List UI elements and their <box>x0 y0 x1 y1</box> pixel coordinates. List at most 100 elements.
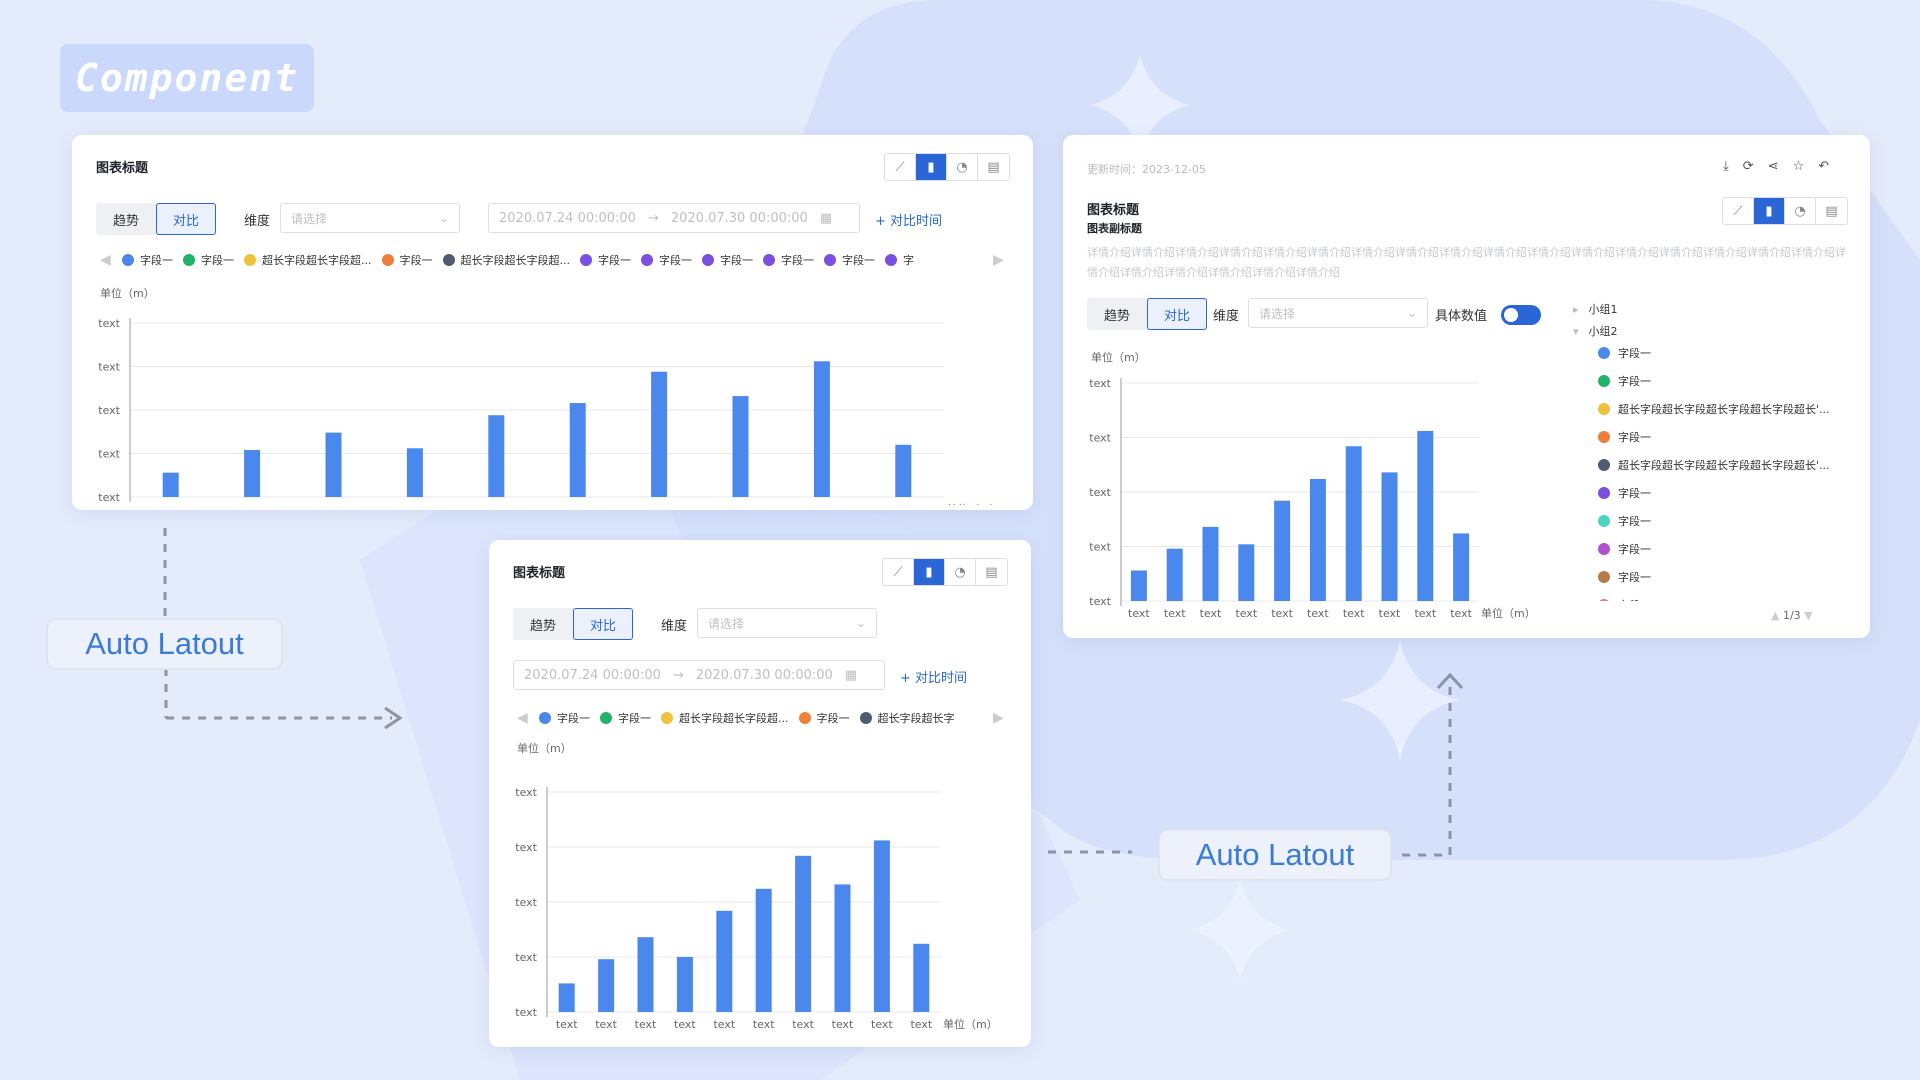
legend-item[interactable]: 字段一 <box>1598 423 1858 451</box>
group-2[interactable]: ▾ 小组2 <box>1573 323 1618 339</box>
legend-item[interactable]: 超长字段超长字段超... <box>442 252 570 268</box>
legend-prev-icon[interactable]: ◀ <box>517 710 528 726</box>
tab-compare[interactable]: 对比 <box>1147 298 1207 330</box>
legend-dot-icon <box>824 254 836 266</box>
legend-item[interactable]: 字段一 <box>1598 591 1858 601</box>
bar-chart-icon[interactable]: ▮ <box>916 154 947 180</box>
date-start: 2020.07.24 00:00:00 <box>499 210 636 226</box>
legend-item[interactable]: 超长字段超长字段超长字段超长字段超长'... <box>1598 395 1858 423</box>
legend-label: 超长字段超长字 <box>877 712 955 725</box>
specific-value-toggle[interactable] <box>1501 305 1541 325</box>
group-1[interactable]: ▸ 小组1 <box>1573 301 1618 317</box>
bar <box>1166 548 1183 601</box>
legend-item[interactable]: 字段一 <box>763 252 814 268</box>
chevron-down-icon: ⌄ <box>438 211 449 225</box>
legend-dot-icon <box>1598 403 1610 415</box>
pager-text: 1/3 <box>1782 609 1801 622</box>
chevron-down-icon[interactable]: ▼ <box>1804 609 1812 622</box>
chart-title: 图表标题 <box>513 566 566 581</box>
chart-description: 详情介绍详情介绍详情介绍详情介绍详情介绍详情介绍详情介绍详情介绍详情介绍详情介绍… <box>1087 246 1846 279</box>
legend-item[interactable]: 超长字段超长字段超... <box>244 252 372 268</box>
legend-dot-icon <box>661 712 673 724</box>
bar-chart-icon[interactable]: ▮ <box>1754 198 1785 224</box>
chevron-down-icon: ▾ <box>1573 324 1579 338</box>
date-range-picker[interactable]: 2020.07.24 00:00:00 → 2020.07.30 00:00:0… <box>488 203 860 233</box>
download-icon[interactable]: ⤓ <box>1723 159 1729 174</box>
legend-item[interactable]: 字段一 <box>702 252 753 268</box>
legend-item[interactable]: 字段一 <box>1598 507 1858 535</box>
x-tick-label: text <box>674 1018 696 1031</box>
share-icon[interactable]: ⋖ <box>1768 159 1779 174</box>
y-tick-label: text <box>98 448 120 461</box>
dimension-select[interactable]: 请选择 ⌄ <box>1248 298 1428 328</box>
x-tick-label: text <box>648 503 670 505</box>
legend-item[interactable]: 字段一 <box>1598 479 1858 507</box>
legend-next-icon[interactable]: ▶ <box>993 710 1004 726</box>
legend-item[interactable]: 字段一 <box>1598 339 1858 367</box>
star-icon[interactable]: ☆ <box>1793 159 1805 174</box>
dimension-select[interactable]: 请选择 ⌄ <box>280 203 460 233</box>
bar <box>406 448 423 497</box>
legend-item[interactable]: 字段一 <box>798 710 850 726</box>
select-placeholder: 请选择 <box>1259 306 1296 321</box>
table-icon[interactable]: ▤ <box>978 154 1009 180</box>
date-range-picker[interactable]: 2020.07.24 00:00:00 → 2020.07.30 00:00:0… <box>513 660 885 690</box>
legend-prev-icon[interactable]: ◀ <box>100 252 111 268</box>
legend-dot-icon <box>600 712 612 724</box>
bar <box>834 884 851 1012</box>
bar <box>755 888 772 1012</box>
x-unit-label: 单位（m） <box>943 1017 998 1031</box>
legend-next-icon[interactable]: ▶ <box>993 252 1004 268</box>
line-chart-icon[interactable]: ⟋ <box>885 154 916 180</box>
legend-item[interactable]: 字段一 <box>539 710 590 726</box>
chevron-up-icon[interactable]: ▲ <box>1771 609 1779 622</box>
table-icon[interactable]: ▤ <box>976 559 1007 585</box>
dimension-select[interactable]: 请选择 ⌄ <box>697 608 877 638</box>
refresh-icon[interactable]: ⟳ <box>1743 159 1754 174</box>
bar <box>1345 446 1362 601</box>
tab-compare[interactable]: 对比 <box>156 203 216 235</box>
legend-item[interactable]: 字 <box>885 252 914 268</box>
pie-chart-icon[interactable]: ◔ <box>945 559 976 585</box>
x-tick-label: text <box>1379 607 1401 620</box>
legend-item[interactable]: 超长字段超长字段超长字段超长字段超长'... <box>1598 451 1858 479</box>
legend-dot-icon <box>183 254 195 266</box>
pie-chart-icon[interactable]: ◔ <box>947 154 978 180</box>
legend-item[interactable]: 字段一 <box>824 252 875 268</box>
legend-item[interactable]: 字段一 <box>1598 535 1858 563</box>
add-compare-time-link[interactable]: + 对比时间 <box>875 210 942 229</box>
legend-item[interactable]: 字段一 <box>1598 367 1858 395</box>
bar-chart-icon[interactable]: ▮ <box>914 559 945 585</box>
legend-item[interactable]: 字段一 <box>580 252 631 268</box>
tab-trend[interactable]: 趋势 <box>513 608 573 640</box>
tab-trend[interactable]: 趋势 <box>1087 298 1147 330</box>
line-chart-icon[interactable]: ⟋ <box>1723 198 1754 224</box>
y-unit-label: 单位（m） <box>517 742 572 755</box>
add-compare-time-link[interactable]: + 对比时间 <box>900 667 967 686</box>
tab-compare[interactable]: 对比 <box>573 608 633 640</box>
update-time: 更新时间：2023-12-05 <box>1087 163 1206 176</box>
date-arrow: → <box>647 210 659 226</box>
legend-item[interactable]: 字段一 <box>641 252 692 268</box>
mode-tabs: 趋势 对比 <box>513 608 633 640</box>
table-icon[interactable]: ▤ <box>1816 198 1847 224</box>
legend-item[interactable]: 字段一 <box>600 710 651 726</box>
legend-dot-icon <box>1598 459 1610 471</box>
y-tick-label: text <box>515 1006 537 1019</box>
line-chart-icon[interactable]: ⟋ <box>883 559 914 585</box>
legend-item[interactable]: 超长字段超长字段超... <box>661 710 789 726</box>
legend-label: 超长字段超长字段超... <box>679 712 789 725</box>
legend-item[interactable]: 字段一 <box>381 252 433 268</box>
legend-label: 字段一 <box>1618 597 1651 601</box>
legend-item[interactable]: 字段一 <box>1598 563 1858 591</box>
x-tick-label: text <box>1343 607 1365 620</box>
legend-dot-icon <box>1598 375 1610 387</box>
legend-item[interactable]: 字段一 <box>122 252 173 268</box>
pie-chart-icon[interactable]: ◔ <box>1785 198 1816 224</box>
tab-trend[interactable]: 趋势 <box>96 203 156 235</box>
legend-item[interactable]: 字段一 <box>183 252 234 268</box>
legend-item[interactable]: 超长字段超长字 <box>859 710 955 726</box>
chart-title: 图表标题 <box>1087 203 1140 218</box>
group-2-label: 小组2 <box>1588 325 1618 338</box>
back-icon[interactable]: ↶ <box>1818 159 1829 174</box>
